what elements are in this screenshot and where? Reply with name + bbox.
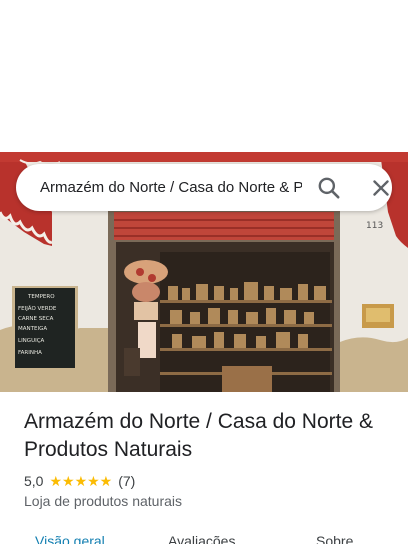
house-number: 113 (366, 221, 383, 231)
map-area-blank (0, 0, 408, 152)
svg-text:CARNE SECA: CARNE SECA (18, 316, 54, 322)
tab-reviews[interactable]: Avaliações (168, 533, 235, 544)
svg-text:FEIJÃO VERDE: FEIJÃO VERDE (18, 305, 57, 312)
search-icon (318, 177, 340, 199)
search-query-text[interactable]: Armazém do Norte / Casa do Norte & Produ… (40, 178, 302, 198)
svg-text:FARINHA: FARINHA (18, 350, 42, 356)
star-rating-icon: ★★★★★ (49, 472, 113, 489)
rating-row[interactable]: 5,0 ★★★★★ (7) (24, 472, 135, 490)
svg-text:MANTEIGA: MANTEIGA (18, 326, 47, 332)
svg-text:TEMPERO: TEMPERO (27, 294, 55, 300)
svg-text:LINGUIÇA: LINGUIÇA (18, 338, 45, 344)
place-tabs: Visão geral Avaliações Sobre (0, 528, 408, 544)
close-button[interactable] (368, 175, 394, 201)
tab-overview[interactable]: Visão geral (35, 533, 105, 544)
search-bar[interactable]: Armazém do Norte / Casa do Norte & Produ… (16, 164, 392, 211)
close-icon (373, 180, 389, 196)
place-title: Armazém do Norte / Casa do Norte & Produ… (24, 410, 373, 461)
rating-value: 5,0 (24, 473, 44, 489)
tab-about[interactable]: Sobre (316, 533, 353, 544)
search-button[interactable] (316, 175, 342, 201)
place-category[interactable]: Loja de produtos naturais (24, 493, 182, 509)
review-count[interactable]: (7) (118, 473, 135, 489)
